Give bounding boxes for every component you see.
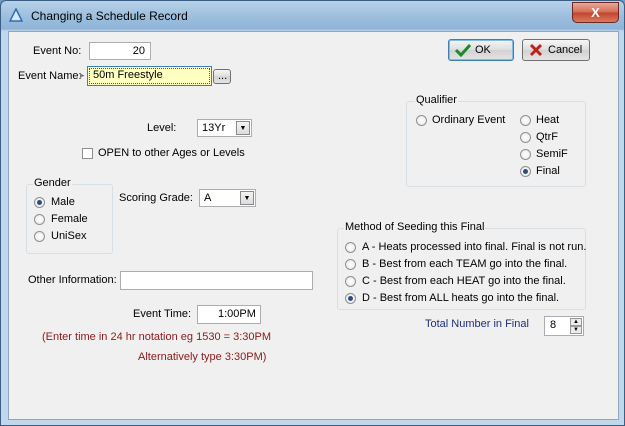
ok-button[interactable]: OK [448,39,514,61]
dialog-client: Event No: 20 OK Cancel Event Name: ▸ 50m… [8,31,619,420]
event-no-value: 20 [132,45,145,57]
event-name-value: 50m Freestyle [93,69,163,81]
radio-qtrf[interactable] [520,132,531,143]
event-time-label: Event Time: [133,308,192,320]
gender-title: Gender [33,177,72,189]
ordinary-event-label: Ordinary Event [432,114,506,126]
heat-label: Heat [536,114,560,126]
gender-group: Gender Male Female UniSex [26,177,113,254]
browse-label: ... [218,70,228,82]
male-label: Male [51,196,75,208]
window-title: Changing a Schedule Record [31,9,188,23]
close-button[interactable]: X [572,2,619,23]
female-label: Female [51,213,88,225]
event-time-value: 1:00PM [218,308,256,320]
qualifier-title: Qualifier [415,94,458,106]
event-time-input[interactable]: 1:00PM [197,305,261,324]
time-hint-line2: Alternatively type 3:30PM) [138,351,267,363]
radio-seeding-d[interactable] [345,293,356,304]
radio-final[interactable] [520,166,531,177]
cancel-label: Cancel [548,44,583,56]
title-bar[interactable]: Changing a Schedule Record X [1,1,624,31]
other-info-input[interactable] [120,271,313,290]
radio-seeding-b[interactable] [345,259,356,270]
scoring-dropdown-icon[interactable]: ▼ [240,191,254,205]
close-icon: X [591,5,600,20]
dialog-window: Changing a Schedule Record X Event No: 2… [0,0,625,426]
scoring-grade-label: Scoring Grade: [119,192,193,204]
level-value: 13Yr [202,122,226,134]
event-no-input[interactable]: 20 [89,42,151,60]
x-icon [529,43,543,57]
semif-label: SemiF [536,148,568,160]
seeding-c-label: C - Best from each HEAT go into the fina… [362,275,566,287]
ok-label: OK [475,44,491,56]
seeding-title: Method of Seeding this Final [344,221,486,233]
qtrf-label: QtrF [536,131,558,143]
cancel-button[interactable]: Cancel [522,39,590,61]
seeding-b-label: B - Best from each TEAM go into the fina… [362,258,568,270]
open-checkbox-label: OPEN to other Ages or Levels [98,147,245,159]
total-final-value: 8 [550,319,557,331]
radio-semif[interactable] [520,149,531,160]
browse-button[interactable]: ... [213,69,231,84]
other-info-label: Other Information: [28,274,117,286]
event-name-input[interactable]: 50m Freestyle [87,66,212,86]
event-name-label: Event Name: [18,70,82,82]
radio-female[interactable] [34,214,45,225]
radio-ordinary-event[interactable] [416,115,427,126]
event-no-label: Event No: [33,45,82,57]
unisex-label: UniSex [51,230,87,242]
level-dropdown-icon[interactable]: ▼ [236,121,250,135]
qualifier-group: Qualifier Ordinary Event Heat QtrF SemiF… [406,94,586,187]
seeding-group: Method of Seeding this Final A - Heats p… [337,221,587,310]
seeding-d-label: D - Best from ALL heats go into the fina… [362,292,560,304]
spin-up-icon[interactable]: ▲ [570,318,582,326]
scoring-grade-select[interactable]: A ▼ [199,189,256,207]
final-label: Final [536,165,560,177]
radio-heat[interactable] [520,115,531,126]
radio-male[interactable] [34,197,45,208]
level-select[interactable]: 13Yr ▼ [197,119,252,137]
seeding-a-label: A - Heats processed into final. Final is… [362,241,587,253]
radio-seeding-a[interactable] [345,242,356,253]
spin-down-icon[interactable]: ▼ [570,326,582,334]
level-label: Level: [147,122,177,134]
total-final-label: Total Number in Final [425,318,529,330]
radio-seeding-c[interactable] [345,276,356,287]
app-triangle-icon [9,8,23,22]
open-checkbox[interactable] [82,148,93,159]
total-final-spinner[interactable]: 8 ▲ ▼ [544,316,584,336]
radio-unisex[interactable] [34,231,45,242]
scoring-grade-value: A [204,192,212,204]
time-hint-line1: (Enter time in 24 hr notation eg 1530 = … [42,331,272,343]
arrow-marker-icon: ▸ [80,70,85,80]
check-icon [455,43,471,57]
